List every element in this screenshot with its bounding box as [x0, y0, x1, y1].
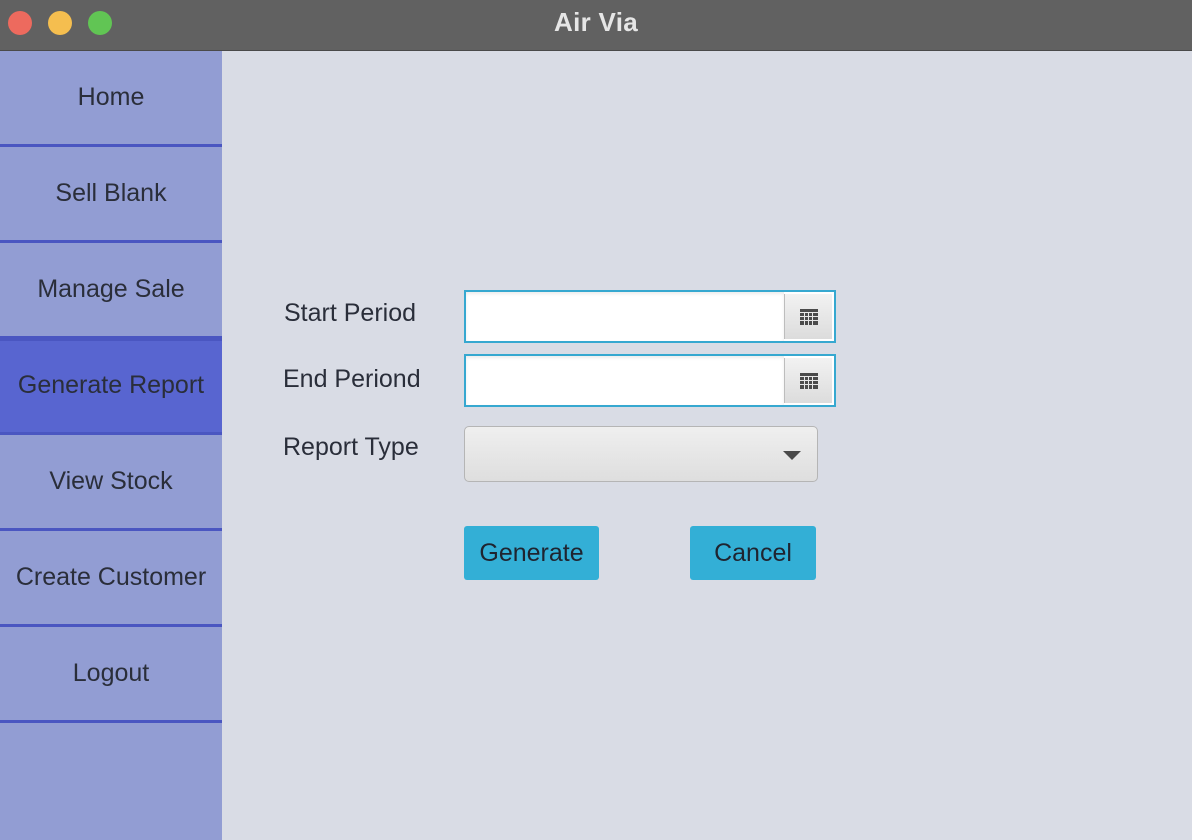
calendar-icon	[799, 308, 818, 325]
sidebar-item-logout[interactable]: Logout	[0, 627, 222, 723]
report-type-label: Report Type	[283, 433, 419, 461]
report-type-select[interactable]	[464, 426, 818, 482]
sidebar-item-generate-report[interactable]: Generate Report	[0, 339, 222, 435]
sidebar-item-home[interactable]: Home	[0, 51, 222, 147]
cancel-button[interactable]: Cancel	[690, 526, 816, 580]
window-title: Air Via	[554, 7, 638, 37]
generate-button[interactable]: Generate	[464, 526, 599, 580]
report-form: Start Period End Periond Report Type Gen…	[222, 51, 1192, 840]
sidebar-item-manage-sale[interactable]: Manage Sale	[0, 243, 222, 339]
start-period-picker	[464, 290, 836, 343]
end-period-calendar-button[interactable]	[784, 358, 832, 403]
sidebar: Home Sell Blank Manage Sale Generate Rep…	[0, 51, 222, 840]
sidebar-item-view-stock[interactable]: View Stock	[0, 435, 222, 531]
sidebar-item-create-customer[interactable]: Create Customer	[0, 531, 222, 627]
start-period-calendar-button[interactable]	[784, 294, 832, 339]
end-period-picker	[464, 354, 836, 407]
app-window: Air Via Home Sell Blank Manage Sale Gene…	[0, 0, 1192, 840]
sidebar-item-sell-blank[interactable]: Sell Blank	[0, 147, 222, 243]
start-period-label: Start Period	[284, 299, 417, 327]
chevron-down-icon	[783, 451, 801, 460]
calendar-icon	[799, 372, 818, 389]
end-period-input[interactable]	[466, 356, 784, 405]
end-period-label: End Periond	[283, 365, 421, 393]
start-period-input[interactable]	[466, 292, 784, 341]
title-bar: Air Via	[0, 0, 1192, 51]
